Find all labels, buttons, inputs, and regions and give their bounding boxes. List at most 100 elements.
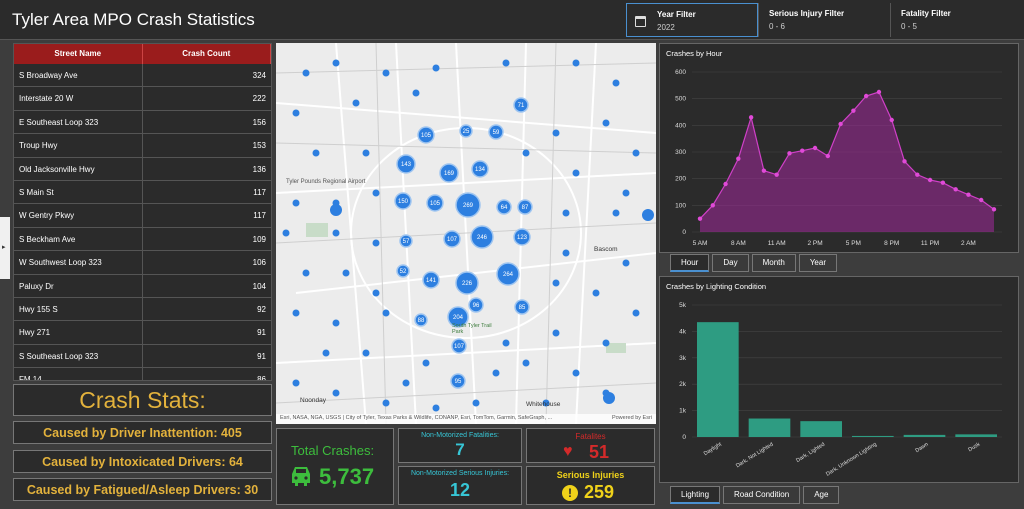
crash-point-marker[interactable] bbox=[330, 204, 342, 216]
lighting-bar[interactable] bbox=[697, 322, 739, 437]
crash-point-marker[interactable] bbox=[332, 319, 340, 327]
crash-point-marker[interactable] bbox=[402, 379, 410, 387]
table-row[interactable]: S Broadway Ave 324 bbox=[14, 64, 271, 88]
tab-year[interactable]: Year bbox=[798, 254, 837, 272]
crash-point-marker[interactable] bbox=[522, 149, 530, 157]
table-row[interactable]: Hwy 271 91 bbox=[14, 321, 271, 345]
tab-age[interactable]: Age bbox=[803, 486, 840, 504]
hour-data-point[interactable] bbox=[979, 197, 984, 203]
crash-point-marker[interactable] bbox=[552, 129, 560, 137]
tab-month[interactable]: Month bbox=[751, 254, 796, 272]
crash-point-marker[interactable] bbox=[302, 269, 310, 277]
crash-point-marker[interactable] bbox=[382, 399, 390, 407]
crash-point-marker[interactable] bbox=[362, 349, 370, 357]
crash-point-marker[interactable] bbox=[422, 359, 430, 367]
crash-point-marker[interactable] bbox=[642, 209, 654, 221]
crash-point-marker[interactable] bbox=[382, 309, 390, 317]
table-row[interactable]: Old Jacksonville Hwy 136 bbox=[14, 157, 271, 181]
crash-point-marker[interactable] bbox=[412, 89, 420, 97]
table-row[interactable]: E Southeast Loop 323 156 bbox=[14, 110, 271, 135]
crash-point-marker[interactable] bbox=[603, 392, 615, 404]
table-row[interactable]: Interstate 20 W 222 bbox=[14, 87, 271, 111]
column-header-street[interactable]: Street Name bbox=[14, 44, 143, 64]
crash-point-marker[interactable] bbox=[282, 229, 290, 237]
crash-point-marker[interactable] bbox=[572, 369, 580, 377]
hour-data-point[interactable] bbox=[991, 207, 997, 212]
hour-data-point[interactable] bbox=[723, 181, 728, 187]
crash-point-marker[interactable] bbox=[332, 389, 340, 397]
table-row[interactable]: Troup Hwy 153 bbox=[14, 134, 271, 158]
fatality-filter-button[interactable]: Fatality Filter 0 - 5 bbox=[890, 3, 1022, 37]
hour-data-point[interactable] bbox=[800, 148, 805, 153]
street-crash-table[interactable]: Street Name Crash Count S Broadway Ave 32… bbox=[13, 43, 272, 381]
crash-point-marker[interactable] bbox=[332, 229, 340, 237]
crash-point-marker[interactable] bbox=[592, 289, 600, 297]
hour-data-point[interactable] bbox=[927, 177, 933, 183]
crash-point-marker[interactable] bbox=[552, 329, 560, 337]
hour-data-point[interactable] bbox=[710, 203, 715, 208]
year-filter-button[interactable]: Year Filter 2022 bbox=[626, 3, 758, 37]
lighting-bar[interactable] bbox=[800, 421, 842, 437]
table-row[interactable]: Hwy 155 S 92 bbox=[14, 297, 271, 322]
crash-point-marker[interactable] bbox=[292, 379, 300, 387]
crash-point-marker[interactable] bbox=[612, 79, 620, 87]
serious-injury-filter-button[interactable]: Serious Injury Filter 0 - 6 bbox=[758, 3, 890, 37]
table-row[interactable]: FM 14 86 bbox=[14, 368, 271, 380]
tab-hour[interactable]: Hour bbox=[670, 254, 710, 272]
table-row[interactable]: S Southeast Loop 323 91 bbox=[14, 344, 271, 369]
table-row[interactable]: S Beckham Ave 109 bbox=[14, 227, 271, 252]
crash-point-marker[interactable] bbox=[602, 119, 610, 127]
crash-point-marker[interactable] bbox=[372, 189, 380, 197]
hour-data-point[interactable] bbox=[863, 93, 869, 99]
crash-point-marker[interactable] bbox=[372, 239, 380, 247]
hour-area-chart[interactable]: 0 100 200 300 400 500 600 5 AM 8 AM 11 AM 2 PM 5 PM… bbox=[660, 52, 1018, 252]
hour-data-point[interactable] bbox=[736, 156, 741, 161]
hour-data-point[interactable] bbox=[902, 159, 907, 164]
hour-data-point[interactable] bbox=[838, 121, 843, 127]
crash-point-marker[interactable] bbox=[492, 369, 500, 377]
crash-point-marker[interactable] bbox=[292, 199, 300, 207]
table-row[interactable]: S Main St 117 bbox=[14, 180, 271, 205]
map-attribution-text[interactable]: Esri, NASA, NGA, USGS | City of Tyler, T… bbox=[280, 415, 552, 423]
column-header-count[interactable]: Crash Count bbox=[143, 44, 271, 64]
crash-point-marker[interactable] bbox=[292, 309, 300, 317]
hour-data-point[interactable] bbox=[889, 117, 894, 123]
hour-data-point[interactable] bbox=[774, 172, 779, 177]
lighting-bar[interactable] bbox=[955, 434, 997, 437]
crash-point-marker[interactable] bbox=[312, 149, 320, 157]
crash-point-marker[interactable] bbox=[572, 59, 580, 67]
hour-data-point[interactable] bbox=[812, 145, 818, 151]
lighting-bar-chart[interactable]: 0 1k 2k 3k 4k 5k Daylight Dark, Not Lighted Dark… bbox=[660, 285, 1018, 483]
hour-data-point[interactable] bbox=[953, 187, 958, 192]
crash-point-marker[interactable] bbox=[382, 69, 390, 77]
crash-point-marker[interactable] bbox=[302, 69, 310, 77]
hour-data-point[interactable] bbox=[851, 108, 856, 113]
crash-point-marker[interactable] bbox=[552, 279, 560, 287]
lighting-bar[interactable] bbox=[903, 434, 946, 437]
hour-data-point[interactable] bbox=[940, 180, 946, 185]
hour-data-point[interactable] bbox=[761, 168, 767, 173]
hour-data-point[interactable] bbox=[966, 192, 971, 197]
table-row[interactable]: W Southwest Loop 323 106 bbox=[14, 251, 271, 275]
crash-point-marker[interactable] bbox=[602, 339, 610, 347]
lighting-bar[interactable] bbox=[852, 435, 894, 437]
hour-data-point[interactable] bbox=[748, 115, 754, 120]
crash-point-marker[interactable] bbox=[362, 149, 370, 157]
crash-point-marker[interactable] bbox=[612, 209, 620, 217]
crash-point-marker[interactable] bbox=[632, 149, 640, 157]
crash-point-marker[interactable] bbox=[472, 399, 480, 407]
crash-point-marker[interactable] bbox=[292, 109, 300, 117]
crash-point-marker[interactable] bbox=[502, 59, 510, 67]
hour-data-point[interactable] bbox=[876, 89, 882, 95]
hour-data-point[interactable] bbox=[915, 172, 920, 177]
crash-point-marker[interactable] bbox=[352, 99, 360, 107]
crash-point-marker[interactable] bbox=[632, 309, 640, 317]
crash-point-marker[interactable] bbox=[562, 249, 570, 257]
table-row[interactable]: W Gentry Pkwy 117 bbox=[14, 204, 271, 228]
crash-point-marker[interactable] bbox=[572, 169, 580, 177]
tab-lighting[interactable]: Lighting bbox=[670, 486, 721, 504]
crash-point-marker[interactable] bbox=[342, 269, 350, 277]
crash-point-marker[interactable] bbox=[522, 359, 530, 367]
powered-by-esri[interactable]: Powered by Esri bbox=[612, 415, 652, 423]
crash-point-marker[interactable] bbox=[332, 59, 340, 67]
